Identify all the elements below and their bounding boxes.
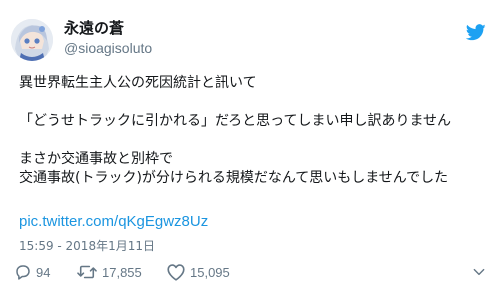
more-icon[interactable]	[472, 265, 486, 279]
tweet-text-blank-line	[19, 131, 489, 150]
retweet-count: 17,855	[102, 264, 142, 280]
media-link[interactable]: pic.twitter.com/qKgEgwz8Uz	[19, 213, 208, 231]
reply-icon	[16, 265, 30, 280]
tweet-text-blank-line	[19, 93, 489, 112]
tweet-card: 永遠の蒼 @sioagisoluto 異世界転生主人公の死因統計と訊いて 「どう…	[0, 0, 500, 292]
like-count: 15,095	[190, 264, 230, 280]
tweet-text-line: 「どうせトラックに引かれる」だろと思ってしまい申し訳ありません	[19, 113, 452, 129]
tweet-timestamp[interactable]: 15:59 - 2018年1月11日	[19, 238, 155, 254]
avatar-illustration	[11, 19, 53, 61]
retweet-icon	[77, 265, 97, 279]
retweet-button[interactable]: 17,855	[76, 262, 142, 282]
reply-button[interactable]: 94	[14, 262, 50, 282]
action-bar: 94 17,855 15,095	[14, 262, 494, 282]
author-display-name[interactable]: 永遠の蒼	[64, 19, 124, 37]
reply-count: 94	[36, 264, 51, 280]
tweet-text: 異世界転生主人公の死因統計と訊いて 「どうせトラックに引かれる」だろと思ってしま…	[19, 74, 489, 188]
heart-icon	[167, 264, 185, 281]
tweet-text-line: まさか交通事故と別枠で	[19, 151, 173, 167]
twitter-bird-icon[interactable]	[466, 24, 486, 41]
avatar[interactable]	[11, 19, 53, 61]
tweet-text-line: 交通事故(トラック)が分けられる規模だなんて思いもしませんでした	[19, 170, 449, 186]
like-button[interactable]: 15,095	[166, 262, 230, 282]
tweet-text-line: 異世界転生主人公の死因統計と訊いて	[19, 75, 257, 91]
author-handle[interactable]: @sioagisoluto	[64, 39, 152, 57]
